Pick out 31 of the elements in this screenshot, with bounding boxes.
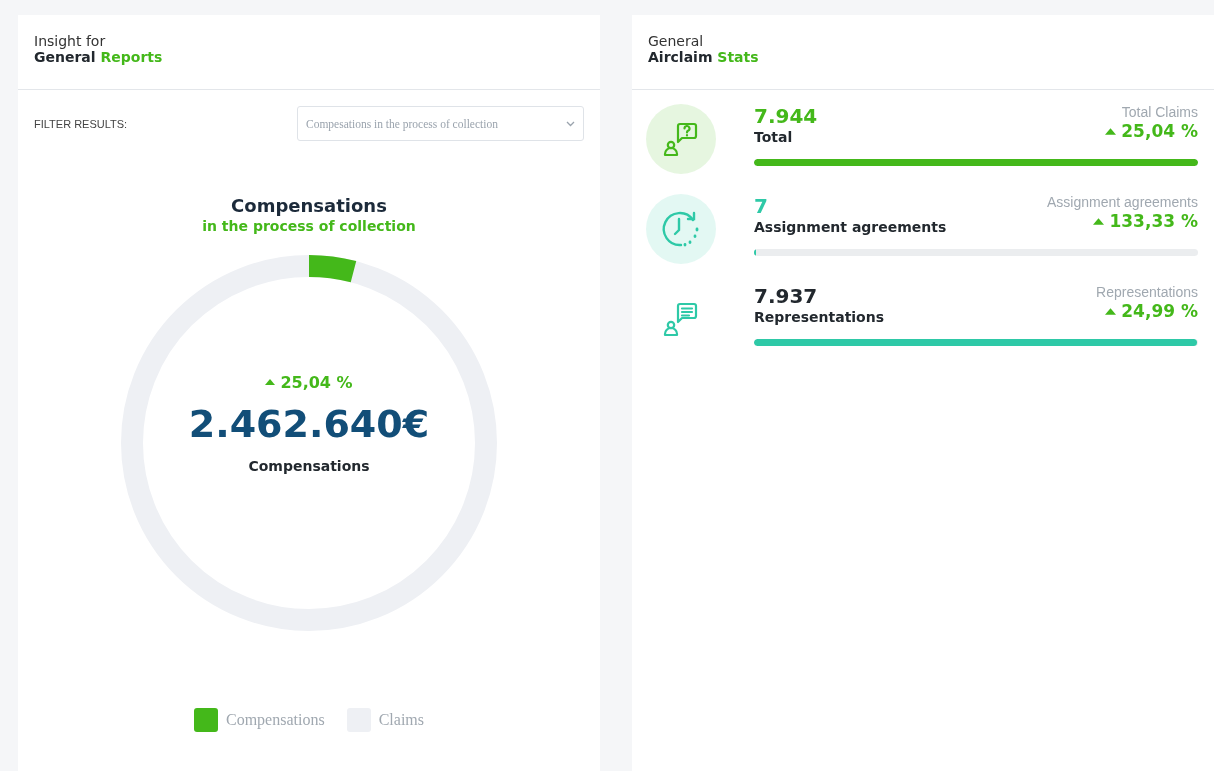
stat-value: 7 bbox=[754, 194, 769, 218]
change-percent: 25,04 % bbox=[1121, 121, 1198, 141]
stat-name: Total bbox=[754, 129, 794, 145]
person-question-bubble-icon bbox=[663, 121, 699, 157]
change-percent: 133,33 % bbox=[1109, 211, 1198, 231]
stat-caption: Assignment agreements bbox=[1047, 194, 1198, 210]
legend-label: Claims bbox=[378, 711, 424, 729]
filter-dropdown[interactable]: Compesations in the process of collection bbox=[297, 106, 584, 141]
up-arrow-icon bbox=[1105, 307, 1117, 315]
stat-caption: Total Claims bbox=[1121, 104, 1198, 120]
stat-name: Assignment agreements bbox=[754, 219, 947, 235]
up-arrow-icon bbox=[265, 379, 276, 385]
card-title: Insight for bbox=[34, 33, 107, 49]
filter-label: FILTER RESULTS: bbox=[34, 117, 128, 130]
chevron-down-icon bbox=[566, 120, 575, 127]
card-title: General bbox=[648, 33, 705, 49]
card-subtitle: General Reports bbox=[34, 49, 164, 65]
change-percent: 24,99 % bbox=[1121, 301, 1198, 321]
stat-caption: Representations bbox=[1096, 284, 1198, 300]
stat-value: 7.944 bbox=[754, 104, 818, 128]
legend-label: Compensations bbox=[226, 711, 325, 729]
amount-value: 2.462.640€ bbox=[188, 401, 430, 446]
chart-subtitle: in the process of collection bbox=[202, 218, 416, 234]
card-subtitle: Airclaim Stats bbox=[648, 49, 760, 65]
stat-value: 7.937 bbox=[754, 284, 819, 308]
amount-label: Compensations bbox=[248, 457, 370, 474]
change-percent: 25,04 % bbox=[280, 372, 353, 392]
chart-title: Compensations bbox=[231, 195, 387, 216]
up-arrow-icon bbox=[1093, 217, 1105, 225]
up-arrow-icon bbox=[1105, 127, 1117, 135]
stat-name: Representations bbox=[754, 309, 885, 325]
